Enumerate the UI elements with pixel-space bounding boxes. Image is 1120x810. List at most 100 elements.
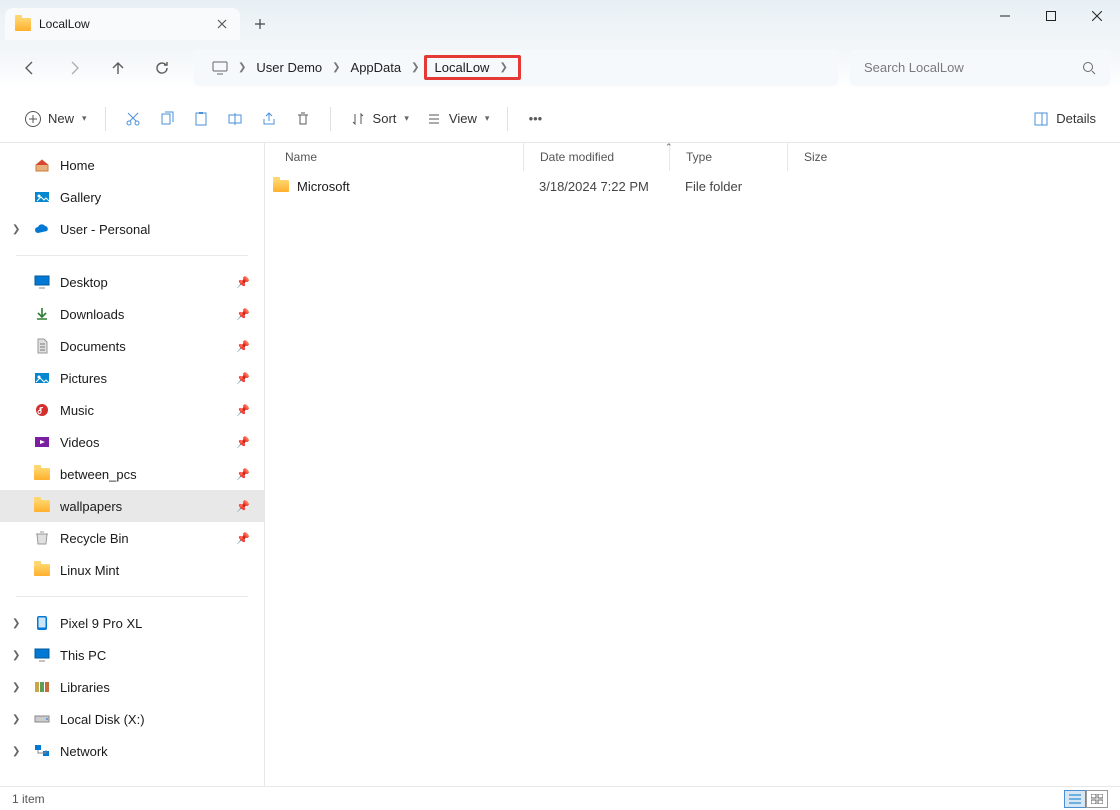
chevron-down-icon: ▾ — [404, 113, 409, 124]
chevron-right-icon[interactable]: ❯ — [12, 618, 20, 629]
sidebar-item[interactable]: Linux Mint — [0, 554, 264, 586]
chevron-right-icon[interactable]: ❯ — [497, 62, 509, 73]
paste-button[interactable] — [184, 104, 218, 134]
close-icon[interactable] — [214, 16, 230, 32]
pin-icon[interactable]: 📌 — [236, 404, 250, 417]
window-controls — [982, 0, 1120, 32]
content: Name ⌃ Date modified Type Size Microsoft… — [265, 143, 1120, 786]
pin-icon[interactable]: 📌 — [236, 276, 250, 289]
column-header-date[interactable]: Date modified — [523, 143, 669, 171]
close-window-button[interactable] — [1074, 0, 1120, 32]
sidebar-item[interactable]: ❯ Libraries — [0, 671, 264, 703]
cut-button[interactable] — [116, 104, 150, 134]
sidebar-item[interactable]: ❯ Pixel 9 Pro XL — [0, 607, 264, 639]
sidebar-item[interactable]: Desktop 📌 — [0, 266, 264, 298]
sidebar-item[interactable]: Home — [0, 149, 264, 181]
sidebar-item-label: Local Disk (X:) — [60, 712, 145, 727]
details-view-toggle[interactable] — [1064, 790, 1086, 808]
sidebar-item[interactable]: wallpapers📌 — [0, 490, 264, 522]
pin-icon[interactable]: 📌 — [236, 500, 250, 513]
sidebar-item[interactable]: between_pcs 📌 — [0, 458, 264, 490]
phone-icon — [34, 615, 50, 631]
search-input[interactable]: Search LocalLow — [850, 50, 1110, 86]
minimize-button[interactable] — [982, 0, 1028, 32]
sidebar-item[interactable]: ❯ User - Personal — [0, 213, 264, 245]
pin-icon[interactable]: 📌 — [236, 468, 250, 481]
chevron-right-icon[interactable]: ❯ — [409, 62, 421, 73]
pc-icon[interactable] — [204, 50, 236, 86]
sidebar-item-label: Desktop — [60, 275, 108, 290]
share-icon — [260, 110, 278, 128]
sidebar-item[interactable]: Music📌 — [0, 394, 264, 426]
search-placeholder: Search LocalLow — [864, 60, 964, 75]
sidebar-item[interactable]: Gallery — [0, 181, 264, 213]
network-icon — [34, 743, 50, 759]
more-button[interactable]: ••• — [518, 104, 552, 134]
sidebar-item[interactable]: Downloads📌 — [0, 298, 264, 330]
sidebar-item[interactable]: Videos📌 — [0, 426, 264, 458]
chevron-right-icon[interactable]: ❯ — [12, 714, 20, 725]
sidebar-item-label: between_pcs — [60, 467, 137, 482]
sidebar-item[interactable]: ❯ Local Disk (X:) — [0, 703, 264, 735]
pin-icon[interactable]: 📌 — [236, 372, 250, 385]
column-header-type[interactable]: Type — [669, 143, 787, 171]
copy-button[interactable] — [150, 104, 184, 134]
breadcrumb-segment[interactable]: AppData — [343, 50, 410, 86]
search-icon[interactable] — [1082, 61, 1096, 75]
sidebar-item[interactable]: ❯This PC — [0, 639, 264, 671]
tab-title: LocalLow — [39, 17, 206, 31]
thumbnails-view-toggle[interactable] — [1086, 790, 1108, 808]
tab-active[interactable]: LocalLow — [5, 8, 240, 40]
chevron-right-icon[interactable]: ❯ — [12, 682, 20, 693]
chevron-right-icon[interactable]: ❯ — [12, 224, 20, 235]
sidebar-item-label: Recycle Bin — [60, 531, 129, 546]
new-button[interactable]: New ▾ — [16, 104, 95, 134]
refresh-button[interactable] — [142, 50, 182, 86]
breadcrumb-segment[interactable]: User Demo — [248, 50, 330, 86]
chevron-right-icon[interactable]: ❯ — [12, 650, 20, 661]
chevron-right-icon[interactable]: ❯ — [236, 62, 248, 73]
music-icon — [34, 402, 50, 418]
sidebar-item[interactable]: Pictures 📌 — [0, 362, 264, 394]
file-row[interactable]: Microsoft3/18/2024 7:22 PMFile folder — [265, 171, 1120, 201]
details-icon — [1032, 110, 1050, 128]
sidebar-item-label: Pictures — [60, 371, 107, 386]
column-header-size[interactable]: Size — [787, 143, 877, 171]
status-text: 1 item — [12, 792, 45, 806]
titlebar: LocalLow — [0, 0, 1120, 40]
breadcrumb-segment-highlighted[interactable]: LocalLow ❯ — [424, 55, 521, 80]
forward-button[interactable] — [54, 50, 94, 86]
rename-button[interactable] — [218, 104, 252, 134]
tabs-area: LocalLow — [0, 0, 982, 40]
delete-button[interactable] — [286, 104, 320, 134]
pin-icon[interactable]: 📌 — [236, 436, 250, 449]
up-button[interactable] — [98, 50, 138, 86]
new-tab-button[interactable] — [244, 8, 276, 40]
sidebar-item-label: Gallery — [60, 190, 101, 205]
status-bar: 1 item — [0, 786, 1120, 810]
breadcrumb[interactable]: ❯ User Demo ❯ AppData ❯ LocalLow ❯ — [194, 50, 838, 86]
view-button[interactable]: View ▾ — [417, 104, 497, 134]
maximize-button[interactable] — [1028, 0, 1074, 32]
view-label: View — [449, 111, 477, 126]
sidebar-item[interactable]: Recycle Bin 📌 — [0, 522, 264, 554]
sidebar-item-label: User - Personal — [60, 222, 150, 237]
sidebar-item[interactable]: ❯Network — [0, 735, 264, 767]
details-button[interactable]: Details — [1024, 104, 1104, 134]
chevron-right-icon[interactable]: ❯ — [12, 746, 20, 757]
sidebar-item-label: Pixel 9 Pro XL — [60, 616, 142, 631]
chevron-right-icon[interactable]: ❯ — [330, 62, 342, 73]
column-header-name[interactable]: Name — [265, 143, 523, 171]
pin-icon[interactable]: 📌 — [236, 308, 250, 321]
share-button[interactable] — [252, 104, 286, 134]
sidebar-item[interactable]: Documents📌 — [0, 330, 264, 362]
sort-button[interactable]: Sort ▾ — [341, 104, 417, 134]
back-button[interactable] — [10, 50, 50, 86]
sidebar-item-label: Libraries — [60, 680, 110, 695]
pin-icon[interactable]: 📌 — [236, 532, 250, 545]
separator — [105, 107, 106, 131]
pin-icon[interactable]: 📌 — [236, 340, 250, 353]
sidebar-item-label: Home — [60, 158, 95, 173]
file-name: Microsoft — [297, 179, 350, 194]
separator — [507, 107, 508, 131]
